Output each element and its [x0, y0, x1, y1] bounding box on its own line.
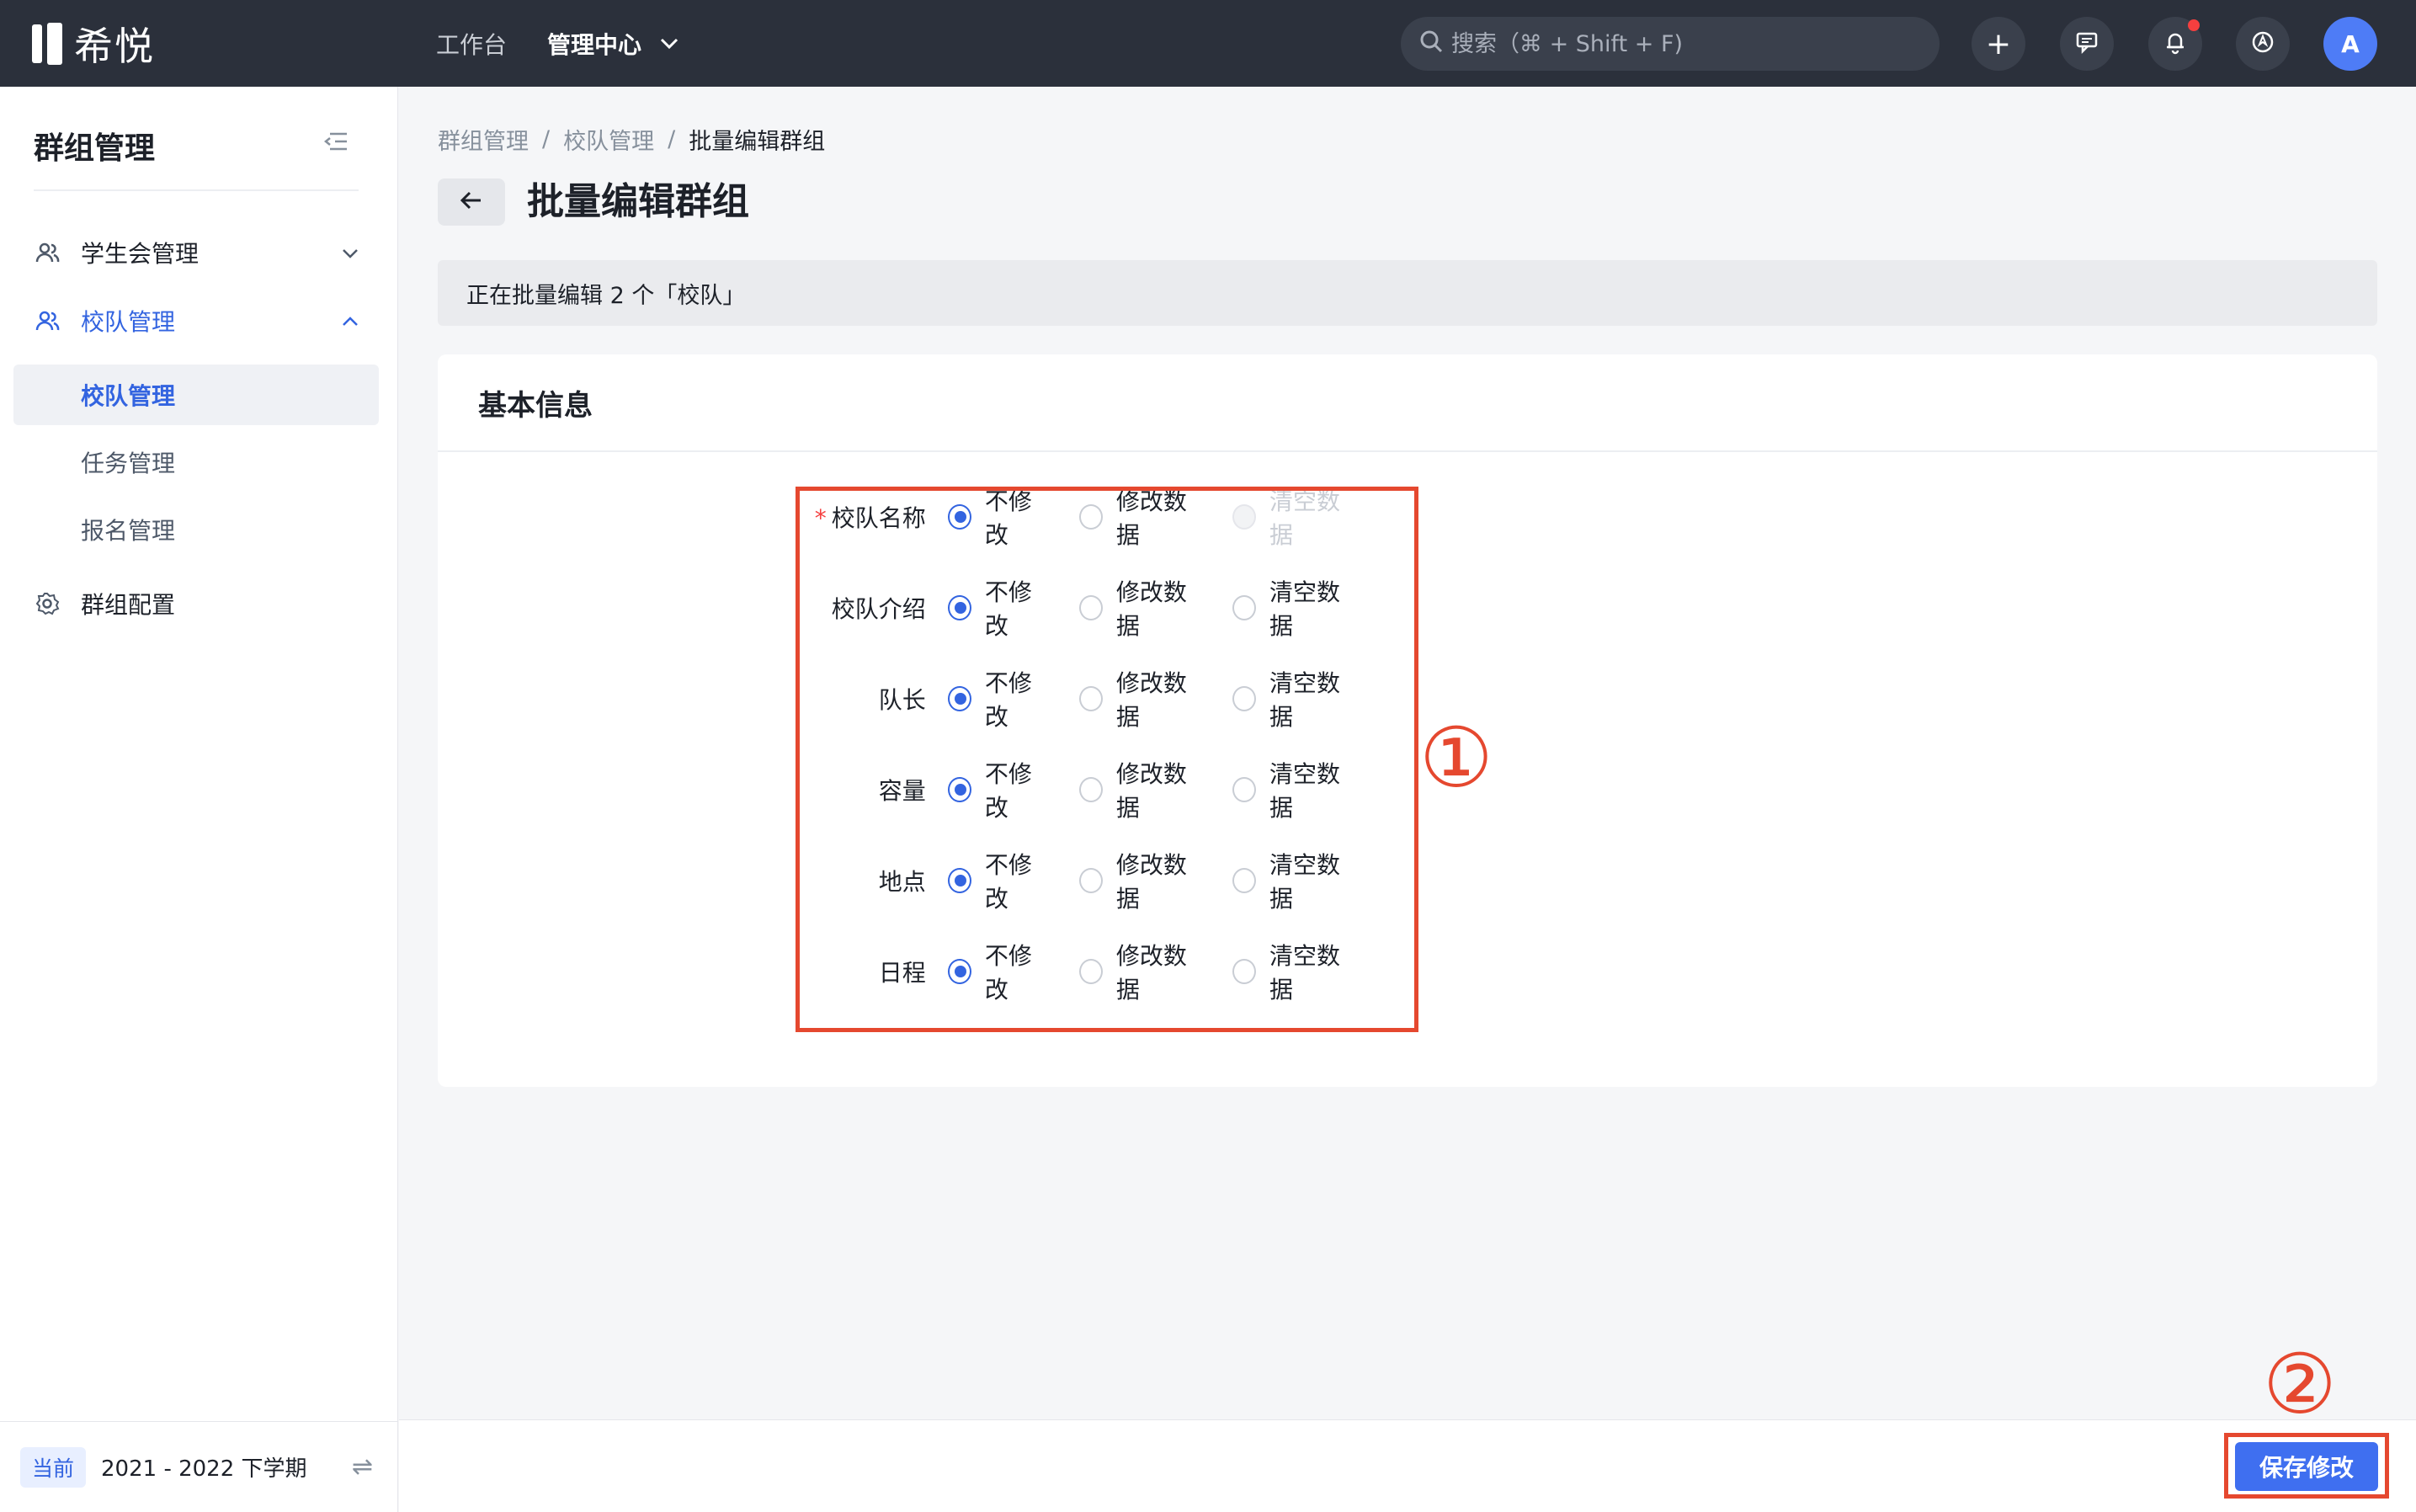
switch-icon[interactable]: ⇌: [352, 1452, 373, 1482]
users-icon: [34, 239, 61, 266]
sidebar-item-label: 学生会管理: [81, 240, 200, 268]
nav-admin-label: 管理中心: [547, 31, 642, 59]
sidebar-item-group-config[interactable]: 群组配置: [34, 583, 359, 625]
current-term-tag: 当前: [20, 1446, 87, 1488]
sidebar: 群组管理 学生会管理 校队管理 校队管理 任务管理 报名管理 群组配置 当前 2…: [0, 87, 398, 1512]
bell-icon: [2163, 29, 2188, 58]
current-term-text: 2021 - 2022 下学期: [101, 1456, 307, 1482]
sidebar-subitem-task-management[interactable]: 任务管理: [13, 432, 379, 492]
sidebar-subitem-signup-management[interactable]: 报名管理: [13, 499, 379, 560]
user-avatar[interactable]: A: [2323, 17, 2377, 71]
arrow-left-icon: [460, 190, 483, 214]
top-bar: 希悦 工作台 管理中心 + A: [0, 0, 2416, 87]
notifications-button[interactable]: [2148, 17, 2202, 71]
plus-icon: +: [1985, 26, 2012, 61]
add-button[interactable]: +: [1972, 17, 2025, 71]
annotation-number-2: ②: [2263, 1337, 2337, 1433]
back-button[interactable]: [438, 178, 505, 226]
nav-admin-center[interactable]: 管理中心: [547, 25, 679, 62]
chat-icon: [2074, 29, 2099, 58]
breadcrumb-separator: /: [668, 126, 676, 152]
collapse-sidebar-icon[interactable]: [323, 130, 349, 156]
sidebar-divider: [34, 189, 359, 191]
breadcrumb-item[interactable]: 群组管理: [438, 123, 529, 156]
compass-icon: [2250, 29, 2275, 58]
users-icon: [34, 307, 61, 334]
footer-action-bar: [399, 1419, 2416, 1512]
help-button[interactable]: [2236, 17, 2290, 71]
search-box[interactable]: [1401, 17, 1940, 71]
sidebar-title: 群组管理: [34, 131, 156, 166]
sidebar-item-team-management[interactable]: 校队管理: [34, 300, 359, 342]
card-title: 基本信息: [438, 354, 2377, 452]
page-title: 批量编辑群组: [527, 180, 749, 223]
breadcrumb-current: 批量编辑群组: [689, 129, 826, 155]
sidebar-item-label: 群组配置: [81, 591, 176, 619]
logo-text: 希悦: [74, 24, 155, 69]
sidebar-subitem-team-management[interactable]: 校队管理: [13, 365, 379, 425]
batch-notice: 正在批量编辑 2 个「校队」: [438, 260, 2377, 326]
breadcrumb-separator: /: [542, 126, 551, 152]
chevron-down-icon: [342, 242, 359, 264]
term-selector[interactable]: 当前 2021 - 2022 下学期 ⇌: [0, 1421, 398, 1512]
chevron-up-icon: [342, 311, 359, 332]
breadcrumb-item[interactable]: 校队管理: [563, 123, 654, 156]
nav-workbench[interactable]: 工作台: [436, 25, 507, 62]
search-icon: [1419, 29, 1451, 59]
messages-button[interactable]: [2060, 17, 2114, 71]
annotation-box-save: [2224, 1433, 2389, 1499]
logo[interactable]: 希悦: [32, 19, 155, 69]
notification-dot: [2188, 19, 2200, 31]
logo-mark-icon: [32, 23, 62, 65]
gear-icon: [34, 590, 61, 617]
search-input[interactable]: [1451, 30, 1889, 57]
annotation-number-1: ①: [1419, 711, 1493, 807]
sidebar-item-student-union[interactable]: 学生会管理: [34, 232, 359, 274]
annotation-box-form: [796, 487, 1418, 1032]
sidebar-item-label: 校队管理: [81, 308, 176, 336]
breadcrumb: 群组管理 / 校队管理 / 批量编辑群组: [438, 123, 825, 156]
chevron-down-icon: [660, 34, 679, 55]
